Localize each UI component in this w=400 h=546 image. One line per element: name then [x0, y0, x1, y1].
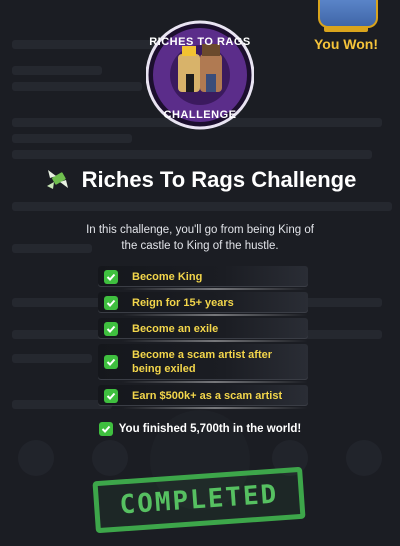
requirement-item: Earn $500k+ as a scam artist	[98, 385, 308, 409]
requirement-item: Become an exile	[98, 318, 308, 342]
requirements-list: Become King Reign for 15+ years Become a…	[98, 266, 308, 411]
checkmark-icon	[104, 321, 118, 336]
checkmark-icon	[98, 422, 113, 436]
trophy-base	[324, 26, 368, 32]
requirement-item: Become King	[98, 266, 308, 290]
badge-bottom-label: CHALLENGE	[163, 109, 237, 121]
world-rank-label: You finished 5,700th in the world!	[118, 423, 302, 435]
checkmark-icon	[104, 269, 118, 284]
requirement-item: Reign for 15+ years	[98, 292, 308, 316]
challenge-header: Riches To Rags Challenge	[0, 166, 400, 194]
checkmark-icon	[104, 295, 118, 310]
checkmark-icon	[104, 355, 118, 369]
requirement-divider	[122, 340, 308, 342]
requirement-divider	[122, 314, 308, 316]
requirement-label: Earn $500k+ as a scam artist	[132, 389, 283, 402]
requirement-divider	[122, 381, 308, 383]
requirement-divider	[122, 407, 308, 409]
checkmark-icon	[104, 388, 118, 403]
badge-top-label: RICHES TO RAGS	[149, 36, 251, 48]
you-won-label: You Won!	[313, 36, 379, 52]
world-rank: You finished 5,700th in the world!	[0, 422, 400, 436]
requirement-label: Become King	[132, 270, 203, 283]
challenge-badge: RICHES TO RAGS CHALLENGE	[146, 16, 254, 134]
requirement-divider	[122, 288, 308, 290]
challenge-title: Riches To Rags Challenge	[81, 167, 357, 192]
money-wings-icon	[46, 170, 68, 189]
requirement-label: Become a scam artist after being exiled	[132, 349, 273, 375]
completed-stamp-label: COMPLETED	[118, 479, 280, 521]
trophy-icon	[318, 0, 378, 28]
requirement-label: Reign for 15+ years	[132, 296, 234, 309]
requirement-label: Become an exile	[132, 322, 219, 335]
challenge-description: In this challenge, you'll go from being …	[86, 224, 314, 252]
requirement-item: Become a scam artist after being exiled	[98, 344, 308, 383]
